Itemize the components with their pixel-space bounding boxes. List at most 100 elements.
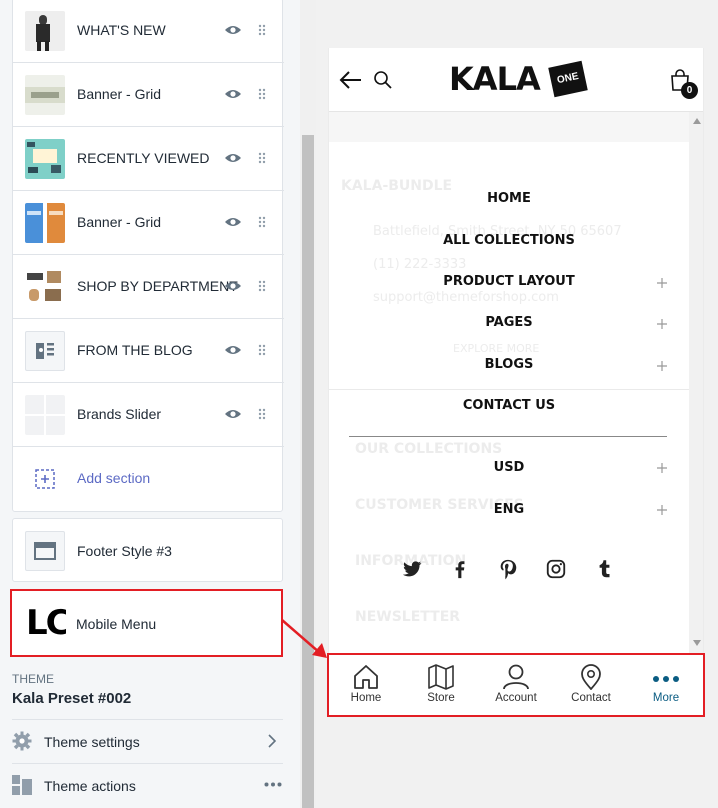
footer-icon [25, 531, 65, 571]
section-row-recently-viewed[interactable]: RECENTLY VIEWED [13, 127, 284, 191]
nav-contact[interactable]: Contact [556, 660, 626, 710]
panel-scrollbar-thumb[interactable] [302, 135, 314, 808]
bg-footer-title: OUR COLLECTIONS [355, 441, 503, 457]
menu-item-all-collections[interactable]: ALL COLLECTIONS [329, 233, 689, 248]
plus-icon[interactable] [657, 278, 667, 288]
eye-icon[interactable] [224, 344, 242, 356]
mobile-menu-card[interactable]: LC Mobile Menu [10, 589, 283, 657]
add-section-icon [35, 469, 55, 489]
nav-account[interactable]: Account [481, 660, 551, 710]
footer-card[interactable]: Footer Style #3 [12, 518, 283, 582]
gear-icon [12, 731, 32, 751]
drag-handle-icon[interactable] [258, 408, 266, 420]
location-pin-icon [581, 664, 601, 690]
cart-count-badge: 0 [681, 82, 698, 99]
logo-thumb-text: LC [26, 603, 66, 643]
menu-item-blogs[interactable]: BLOGS [329, 357, 689, 372]
nav-home[interactable]: Home [331, 660, 401, 710]
scroll-down-icon[interactable] [693, 640, 701, 646]
menu-item-pages[interactable]: PAGES [329, 315, 689, 330]
nav-store[interactable]: Store [406, 660, 476, 710]
plus-icon[interactable] [657, 505, 667, 515]
plus-icon[interactable] [657, 463, 667, 473]
mobile-menu-label: Mobile Menu [76, 616, 157, 632]
plus-icon[interactable] [657, 319, 667, 329]
drag-handle-icon[interactable] [258, 88, 266, 100]
footer-label: Footer Style #3 [77, 543, 172, 559]
section-label: RECENTLY VIEWED [77, 150, 210, 166]
section-row-brands-slider[interactable]: Brands Slider [13, 383, 284, 447]
grid-icon [25, 395, 65, 435]
drag-handle-icon[interactable] [258, 216, 266, 228]
search-icon[interactable] [373, 70, 393, 90]
mobile-menu-logo-thumb: LC [24, 601, 66, 643]
back-arrow-icon[interactable] [339, 70, 363, 90]
section-label: Banner - Grid [77, 214, 162, 230]
store-logo[interactable]: KALA [449, 60, 541, 98]
section-editor-panel: WHAT'S NEW Banner - Grid RECENTLY VIEWED [0, 0, 300, 808]
bg-phone: (11) 222-3333 [373, 257, 467, 272]
language-selector[interactable]: ENG [329, 502, 689, 517]
preview-scrollbar[interactable] [689, 112, 703, 654]
bg-link: EXPLORE MORE [453, 342, 540, 355]
home-icon [354, 665, 378, 689]
drag-handle-icon[interactable] [258, 152, 266, 164]
theme-actions-icon [12, 775, 32, 795]
bg-footer-title: NEWSLETTER [355, 609, 461, 625]
store-header: KALA ONE 0 [329, 48, 703, 112]
drag-handle-icon[interactable] [258, 24, 266, 36]
eye-icon[interactable] [224, 216, 242, 228]
eye-icon[interactable] [224, 88, 242, 100]
blog-icon [25, 331, 65, 371]
photo-person-icon [25, 11, 65, 51]
logo-badge: ONE [548, 60, 588, 98]
nav-label: Home [350, 692, 382, 704]
facebook-icon[interactable] [449, 558, 471, 580]
more-dots-icon [653, 676, 679, 682]
add-section-label: Add section [77, 470, 151, 486]
tumblr-icon[interactable] [593, 558, 615, 580]
nav-label: More [652, 692, 680, 704]
section-row-banner-grid-2[interactable]: Banner - Grid [13, 191, 284, 255]
twitter-icon[interactable] [401, 558, 423, 580]
plus-icon[interactable] [657, 361, 667, 371]
theme-name: Kala Preset #002 [12, 690, 132, 707]
pointer-arrow [281, 619, 327, 658]
section-row-shop-by-department[interactable]: SHOP BY DEPARTMENT [13, 255, 284, 319]
section-label: Banner - Grid [77, 86, 162, 102]
eye-icon[interactable] [224, 152, 242, 164]
more-horizontal-icon[interactable] [264, 782, 282, 787]
chevron-right-icon [268, 734, 277, 748]
add-section-button[interactable]: Add section [13, 447, 284, 511]
sections-card: WHAT'S NEW Banner - Grid RECENTLY VIEWED [12, 0, 284, 512]
menu-item-product-layout[interactable]: PRODUCT LAYOUT [329, 274, 689, 289]
theme-settings-button[interactable]: Theme settings [12, 722, 283, 762]
theme-actions-label: Theme actions [44, 778, 136, 794]
scroll-up-icon[interactable] [693, 118, 701, 124]
eye-icon[interactable] [224, 24, 242, 36]
bg-email: support@themeforshop.com [373, 290, 559, 305]
eye-icon[interactable] [224, 408, 242, 420]
drag-handle-icon[interactable] [258, 280, 266, 292]
section-label: FROM THE BLOG [77, 342, 193, 358]
instagram-icon[interactable] [545, 558, 567, 580]
menu-item-contact-us[interactable]: CONTACT US [329, 398, 689, 413]
section-label: SHOP BY DEPARTMENT [77, 278, 238, 294]
theme-actions-button[interactable]: Theme actions [12, 766, 283, 806]
nav-label: Contact [571, 692, 611, 704]
map-icon [428, 664, 454, 690]
section-row-from-the-blog[interactable]: FROM THE BLOG [13, 319, 284, 383]
section-label: WHAT'S NEW [77, 22, 166, 38]
nav-more[interactable]: More [631, 660, 701, 710]
nav-label: Store [427, 692, 455, 704]
currency-selector[interactable]: USD [329, 460, 689, 475]
section-row-banner-grid[interactable]: Banner - Grid [13, 63, 284, 127]
theme-heading: THEME [12, 672, 54, 686]
photo-banner2-icon [25, 203, 65, 243]
eye-icon[interactable] [224, 280, 242, 292]
section-row-whats-new[interactable]: WHAT'S NEW [13, 0, 284, 63]
drag-handle-icon[interactable] [258, 344, 266, 356]
pinterest-icon[interactable] [497, 558, 519, 580]
menu-item-home[interactable]: HOME [329, 191, 689, 206]
photo-summer-icon [25, 139, 65, 179]
